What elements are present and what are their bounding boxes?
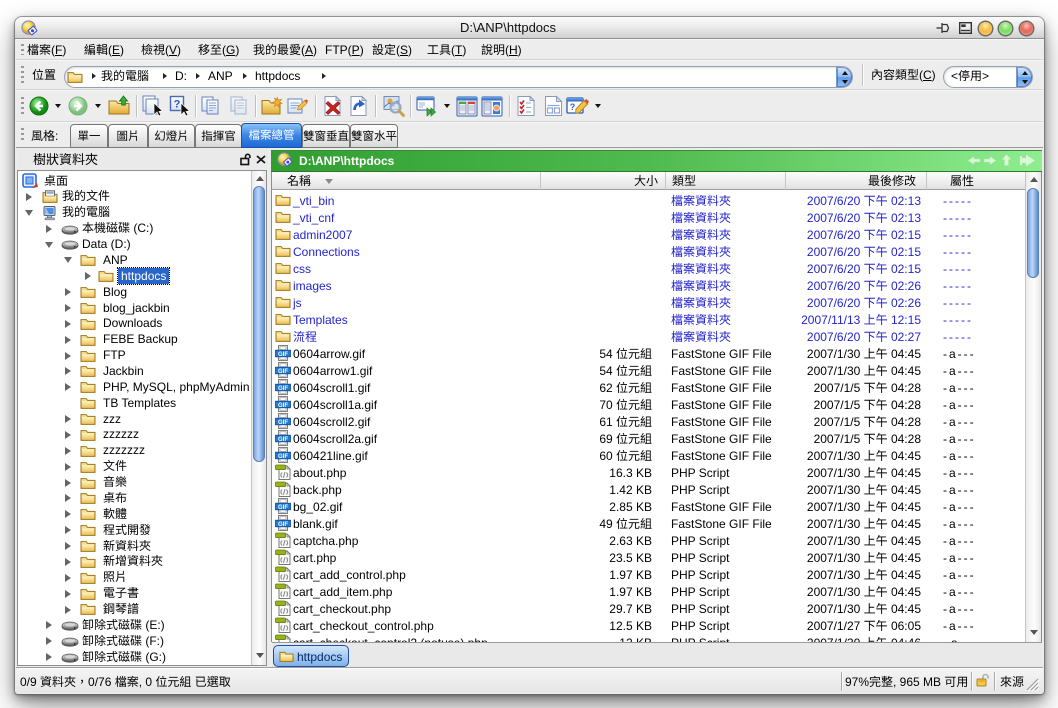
svg-text:?: ? xyxy=(174,99,181,111)
svg-text:?: ? xyxy=(570,102,576,112)
